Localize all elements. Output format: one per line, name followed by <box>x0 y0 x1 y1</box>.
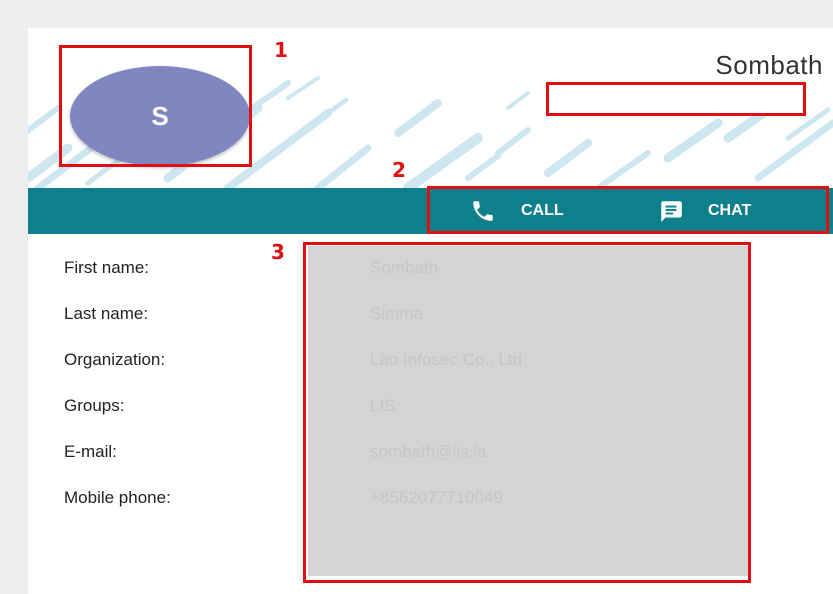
field-label: Mobile phone: <box>64 488 171 507</box>
annotation-marker-1: 1 <box>274 38 288 62</box>
redacted-name-field <box>546 82 806 116</box>
field-label: First name: <box>64 258 150 277</box>
annotation-box-actions <box>427 186 829 234</box>
annotation-box-values <box>303 242 751 583</box>
contact-display-name: Sombath <box>715 50 823 80</box>
field-label: E-mail: <box>64 442 117 461</box>
annotation-marker-3: 3 <box>271 240 285 264</box>
field-label: Groups: <box>64 396 125 415</box>
field-label: Organization: <box>64 350 166 369</box>
annotation-box-avatar <box>59 45 252 167</box>
field-label: Last name: <box>64 304 149 323</box>
annotation-marker-2: 2 <box>392 158 406 182</box>
